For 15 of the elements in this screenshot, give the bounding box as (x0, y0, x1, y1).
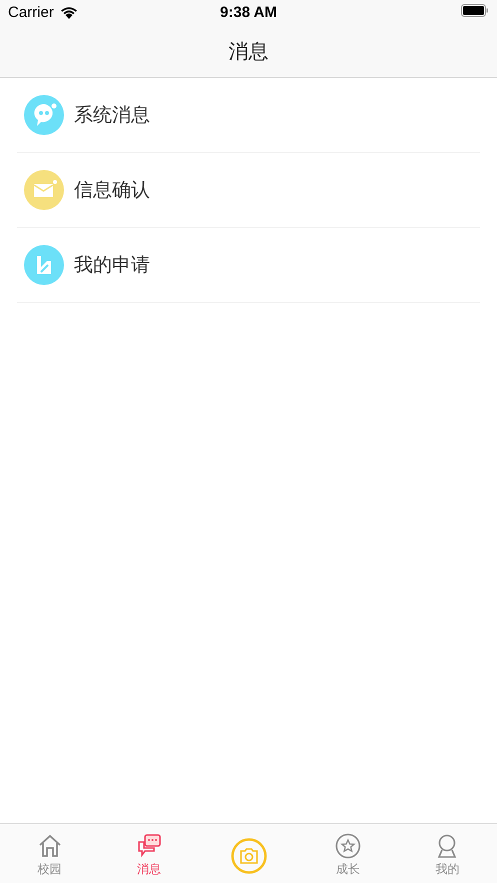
tab-bar-item[interactable]: 消息 (99, 824, 199, 883)
carrier-label: Carrier (8, 4, 54, 21)
message-category-item[interactable]: 信息确认 (17, 153, 480, 228)
page-title: 消息 (228, 38, 268, 64)
tab-bar-item[interactable]: 我的 (398, 824, 497, 883)
wifi-icon (60, 6, 78, 19)
chat-bubbles-icon (136, 833, 162, 859)
battery-icon (461, 4, 489, 17)
home-icon (36, 833, 63, 859)
status-time: 9:38 AM (220, 4, 277, 21)
camera-icon (230, 838, 267, 874)
message-category-item[interactable]: 我的申请 (17, 228, 480, 303)
tab-bar-item[interactable]: 成长 (298, 824, 398, 883)
message-category-item[interactable]: 系统消息 (17, 78, 480, 153)
tab-bar-item[interactable]: 校园 (0, 824, 100, 883)
